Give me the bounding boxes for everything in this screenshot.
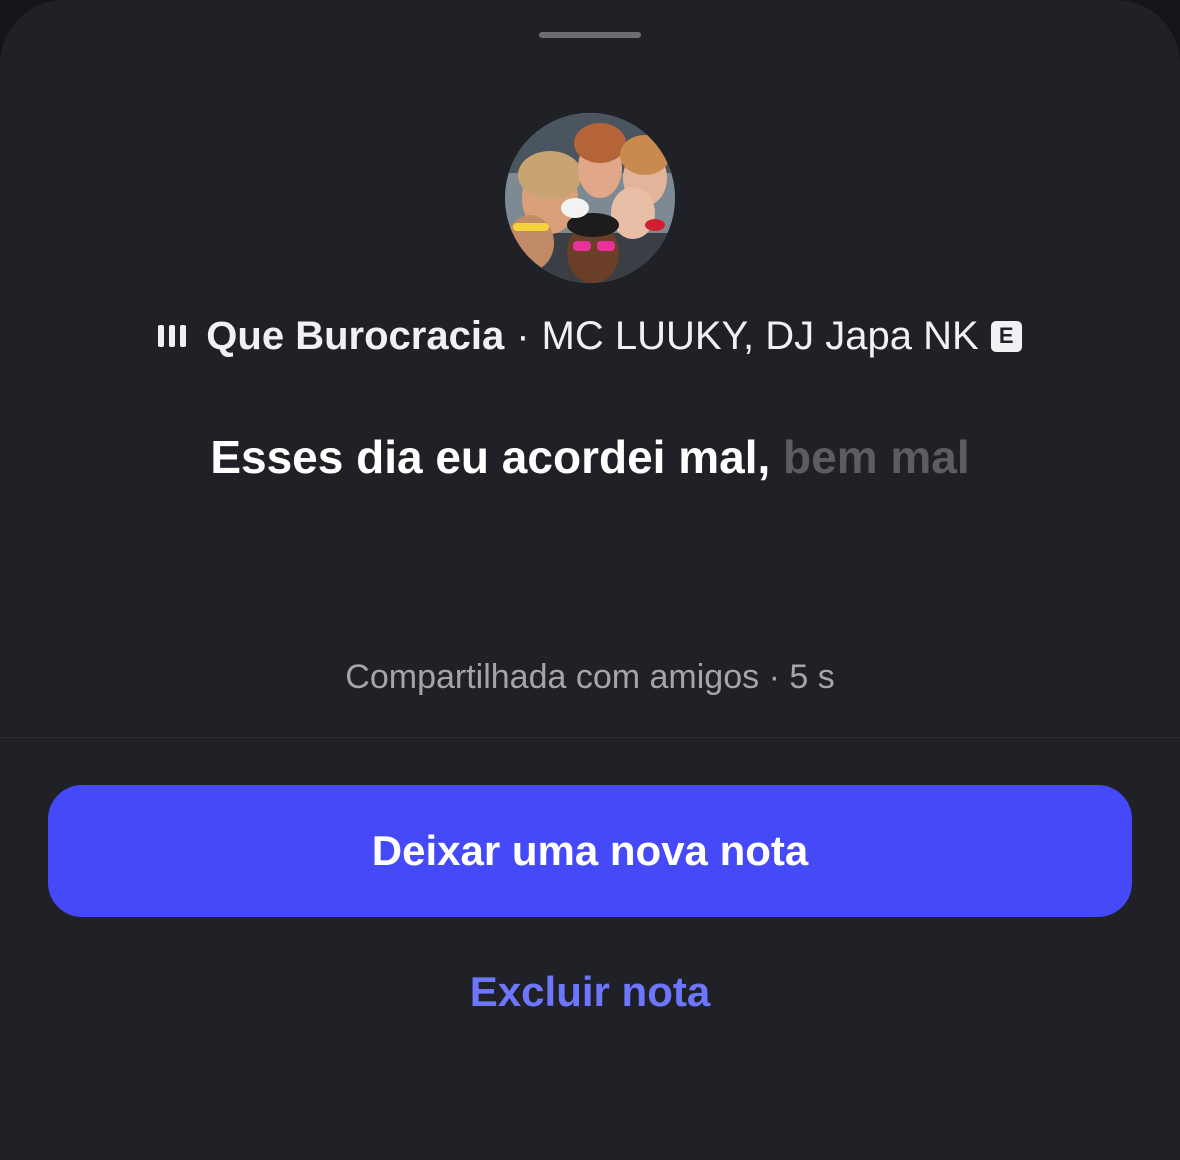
delete-note-button[interactable]: Excluir nota [0, 968, 1180, 1016]
song-title: Que Burocracia [206, 313, 505, 358]
note-bottom-sheet: Que Burocracia · MC LUUKY, DJ Japa NK E … [0, 0, 1180, 1160]
music-info-row[interactable]: Que Burocracia · MC LUUKY, DJ Japa NK E [0, 308, 1180, 364]
separator: · [516, 313, 530, 358]
music-bars-icon [158, 324, 187, 348]
sheet-grabber[interactable] [539, 32, 641, 38]
lyric-active-text: Esses dia eu acordei mal, [210, 431, 771, 483]
divider [0, 737, 1180, 738]
shared-info: Compartilhada com amigos · 5 s [345, 658, 835, 696]
explicit-icon: E [990, 320, 1022, 352]
lyric-upcoming-text: bem mal [783, 431, 970, 483]
song-artists: MC LUUKY, DJ Japa NK [541, 313, 979, 358]
lyric-line: Esses dia eu acordei mal, bem mal [0, 430, 1180, 484]
avatar-photo [505, 113, 675, 283]
new-note-button[interactable]: Deixar uma nova nota [48, 785, 1132, 917]
avatar[interactable] [505, 113, 675, 283]
